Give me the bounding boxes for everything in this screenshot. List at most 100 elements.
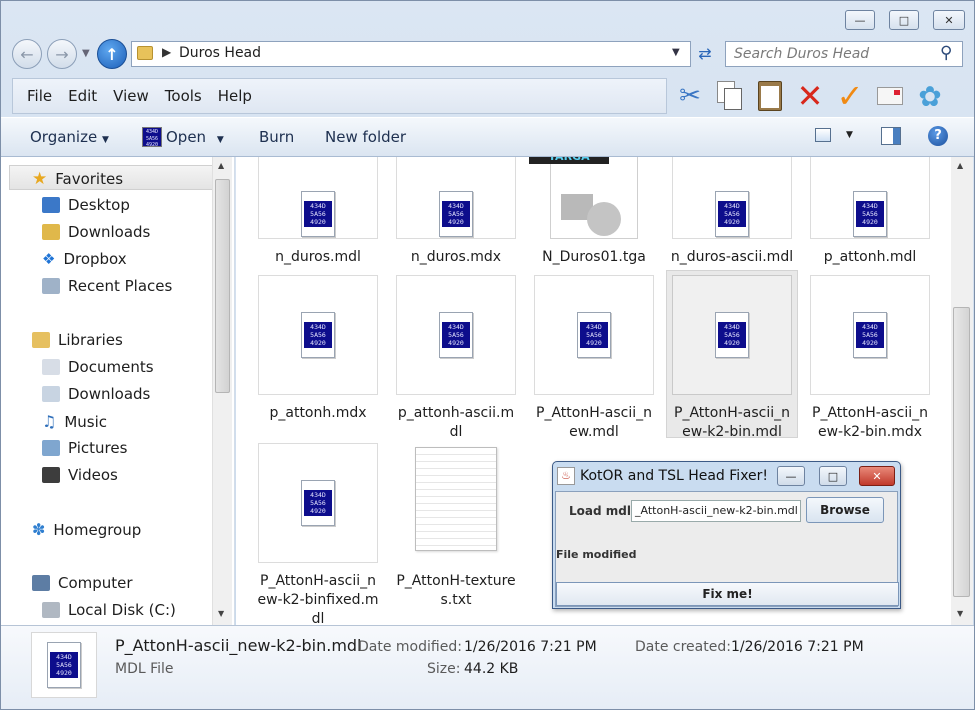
- paste-icon[interactable]: [750, 76, 790, 116]
- content-scrollbar[interactable]: ▲ ▼: [951, 157, 973, 625]
- close-button[interactable]: ✕: [933, 10, 965, 30]
- file-tile[interactable]: 434D 5A56 4920: [810, 157, 930, 239]
- nav-dropbox-label: Dropbox: [63, 250, 127, 268]
- load-mdl-field[interactable]: _AttonH-ascii_new-k2-bin.mdl: [631, 500, 801, 522]
- back-button[interactable]: ←: [12, 39, 42, 69]
- nav-music[interactable]: ♫ Music: [42, 412, 107, 431]
- menu-tools[interactable]: Tools: [165, 87, 202, 105]
- copy-icon[interactable]: [710, 76, 750, 116]
- file-name[interactable]: P_AttonH-ascii_n ew-k2-bin.mdx: [800, 404, 940, 442]
- nav-desktop[interactable]: Desktop: [42, 196, 130, 214]
- file-name[interactable]: p_attonh.mdl: [800, 248, 940, 267]
- up-button[interactable]: ↑: [97, 39, 127, 69]
- nav-recent-places[interactable]: Recent Places: [42, 277, 172, 295]
- nav-scroll-thumb[interactable]: [215, 179, 230, 393]
- help-icon[interactable]: ?: [928, 126, 948, 146]
- scroll-up-icon[interactable]: ▲: [957, 161, 963, 170]
- java-icon: ♨: [557, 467, 575, 485]
- size-label: Size:: [427, 661, 461, 677]
- address-dropdown-icon[interactable]: ▼: [672, 47, 680, 58]
- nav-computer[interactable]: Computer: [32, 574, 133, 592]
- nav-documents[interactable]: Documents: [42, 358, 154, 376]
- file-name[interactable]: N_Duros01.tga: [524, 248, 664, 267]
- shell-icon[interactable]: ✿: [910, 76, 950, 116]
- browse-button[interactable]: Browse: [806, 497, 884, 523]
- nav-lib-downloads[interactable]: Downloads: [42, 385, 150, 403]
- file-name[interactable]: P_AttonH-ascii_n ew.mdl: [524, 404, 664, 442]
- file-tile[interactable]: 434D 5A56 4920: [396, 157, 516, 239]
- file-tile[interactable]: 434D 5A56 4920: [396, 275, 516, 395]
- date-created-value: 1/26/2016 7:21 PM: [731, 639, 864, 655]
- file-name[interactable]: P_AttonH-ascii_n ew-k2-binfixed.m dl: [248, 572, 388, 625]
- pictures-icon: [42, 440, 60, 456]
- file-tile[interactable]: 434D 5A56 4920: [534, 275, 654, 395]
- scissors-icon[interactable]: ✂: [670, 76, 710, 116]
- scroll-down-icon[interactable]: ▼: [957, 609, 963, 618]
- nav-dropbox[interactable]: ❖ Dropbox: [42, 250, 127, 268]
- nav-pictures[interactable]: Pictures: [42, 439, 127, 457]
- file-name[interactable]: n_duros.mdx: [386, 248, 526, 267]
- file-tile[interactable]: 434D 5A56 4920: [258, 275, 378, 395]
- mail-icon[interactable]: [870, 76, 910, 116]
- open-button[interactable]: Open ▼: [166, 128, 224, 146]
- nav-videos[interactable]: Videos: [42, 466, 118, 484]
- menu-view[interactable]: View: [113, 87, 149, 105]
- dialog-maximize-button[interactable]: □: [819, 466, 847, 486]
- file-tile[interactable]: TARGA: [529, 157, 654, 239]
- nav-scrollbar[interactable]: ▲ ▼: [212, 157, 232, 625]
- view-dropdown-icon[interactable]: ▼: [846, 130, 853, 140]
- menu-help[interactable]: Help: [218, 87, 252, 105]
- file-tile[interactable]: 434D 5A56 4920: [258, 443, 378, 563]
- fix-me-button[interactable]: Fix me!: [556, 582, 899, 606]
- file-tile[interactable]: [396, 443, 516, 563]
- file-tile[interactable]: 434D 5A56 4920: [672, 157, 792, 239]
- videos-icon: [42, 467, 60, 483]
- nav-libraries[interactable]: Libraries: [32, 331, 123, 349]
- nav-libraries-label: Libraries: [58, 331, 123, 349]
- star-icon: ★: [32, 169, 48, 189]
- details-filename: P_AttonH-ascii_new-k2-bin.mdl: [115, 636, 362, 655]
- file-name[interactable]: p_attonh.mdx: [248, 404, 388, 423]
- file-tile[interactable]: 434D 5A56 4920: [672, 275, 792, 395]
- file-name[interactable]: P_AttonH-ascii_n ew-k2-bin.mdl: [662, 404, 802, 442]
- minimize-button[interactable]: —: [845, 10, 875, 30]
- nav-homegroup[interactable]: ✽ Homegroup: [32, 520, 141, 539]
- change-view-icon[interactable]: [815, 128, 831, 142]
- scroll-up-icon[interactable]: ▲: [218, 161, 224, 170]
- content-scroll-thumb[interactable]: [953, 307, 970, 597]
- nav-favorites[interactable]: ★ Favorites: [32, 169, 123, 189]
- search-input[interactable]: Search Duros Head ⚲: [725, 41, 963, 67]
- search-icon[interactable]: ⚲: [940, 43, 952, 63]
- disk-icon: [42, 602, 60, 618]
- nav-recent-label: Recent Places: [68, 277, 173, 295]
- file-name[interactable]: P_AttonH-texture s.txt: [386, 572, 526, 610]
- menu-file[interactable]: File: [27, 87, 52, 105]
- scroll-down-icon[interactable]: ▼: [218, 609, 224, 618]
- search-placeholder: Search Duros Head: [734, 46, 870, 62]
- address-bar[interactable]: ▶ Duros Head ▼: [131, 41, 691, 67]
- forward-button[interactable]: →: [47, 39, 77, 69]
- load-mdl-label: Load mdl:: [569, 504, 636, 518]
- file-name[interactable]: n_duros-ascii.mdl: [662, 248, 802, 267]
- refresh-button[interactable]: ⇄: [692, 44, 718, 66]
- file-name[interactable]: n_duros.mdl: [248, 248, 388, 267]
- details-thumbnail: 434D 5A56 4920: [31, 632, 97, 698]
- dialog-minimize-button[interactable]: —: [777, 466, 805, 486]
- file-name[interactable]: p_attonh-ascii.m dl: [386, 404, 526, 442]
- delete-icon[interactable]: ✕: [790, 76, 830, 116]
- mdl-file-icon: 434D 5A56 4920: [439, 191, 473, 237]
- dialog-close-button[interactable]: ✕: [859, 466, 895, 486]
- check-icon[interactable]: ✓: [830, 76, 870, 116]
- organize-button[interactable]: Organize ▼: [30, 128, 109, 146]
- menu-edit[interactable]: Edit: [68, 87, 97, 105]
- recent-pages-dropdown[interactable]: ▼: [82, 48, 90, 59]
- file-tile[interactable]: 434D 5A56 4920: [258, 157, 378, 239]
- new-folder-button[interactable]: New folder: [325, 128, 406, 146]
- nav-local-disk[interactable]: Local Disk (C:): [42, 601, 176, 619]
- burn-button[interactable]: Burn: [259, 128, 294, 146]
- maximize-button[interactable]: □: [889, 10, 919, 30]
- preview-pane-icon[interactable]: [881, 127, 901, 145]
- file-tile[interactable]: 434D 5A56 4920: [810, 275, 930, 395]
- nav-downloads[interactable]: Downloads: [42, 223, 150, 241]
- breadcrumb-current[interactable]: Duros Head: [179, 45, 261, 61]
